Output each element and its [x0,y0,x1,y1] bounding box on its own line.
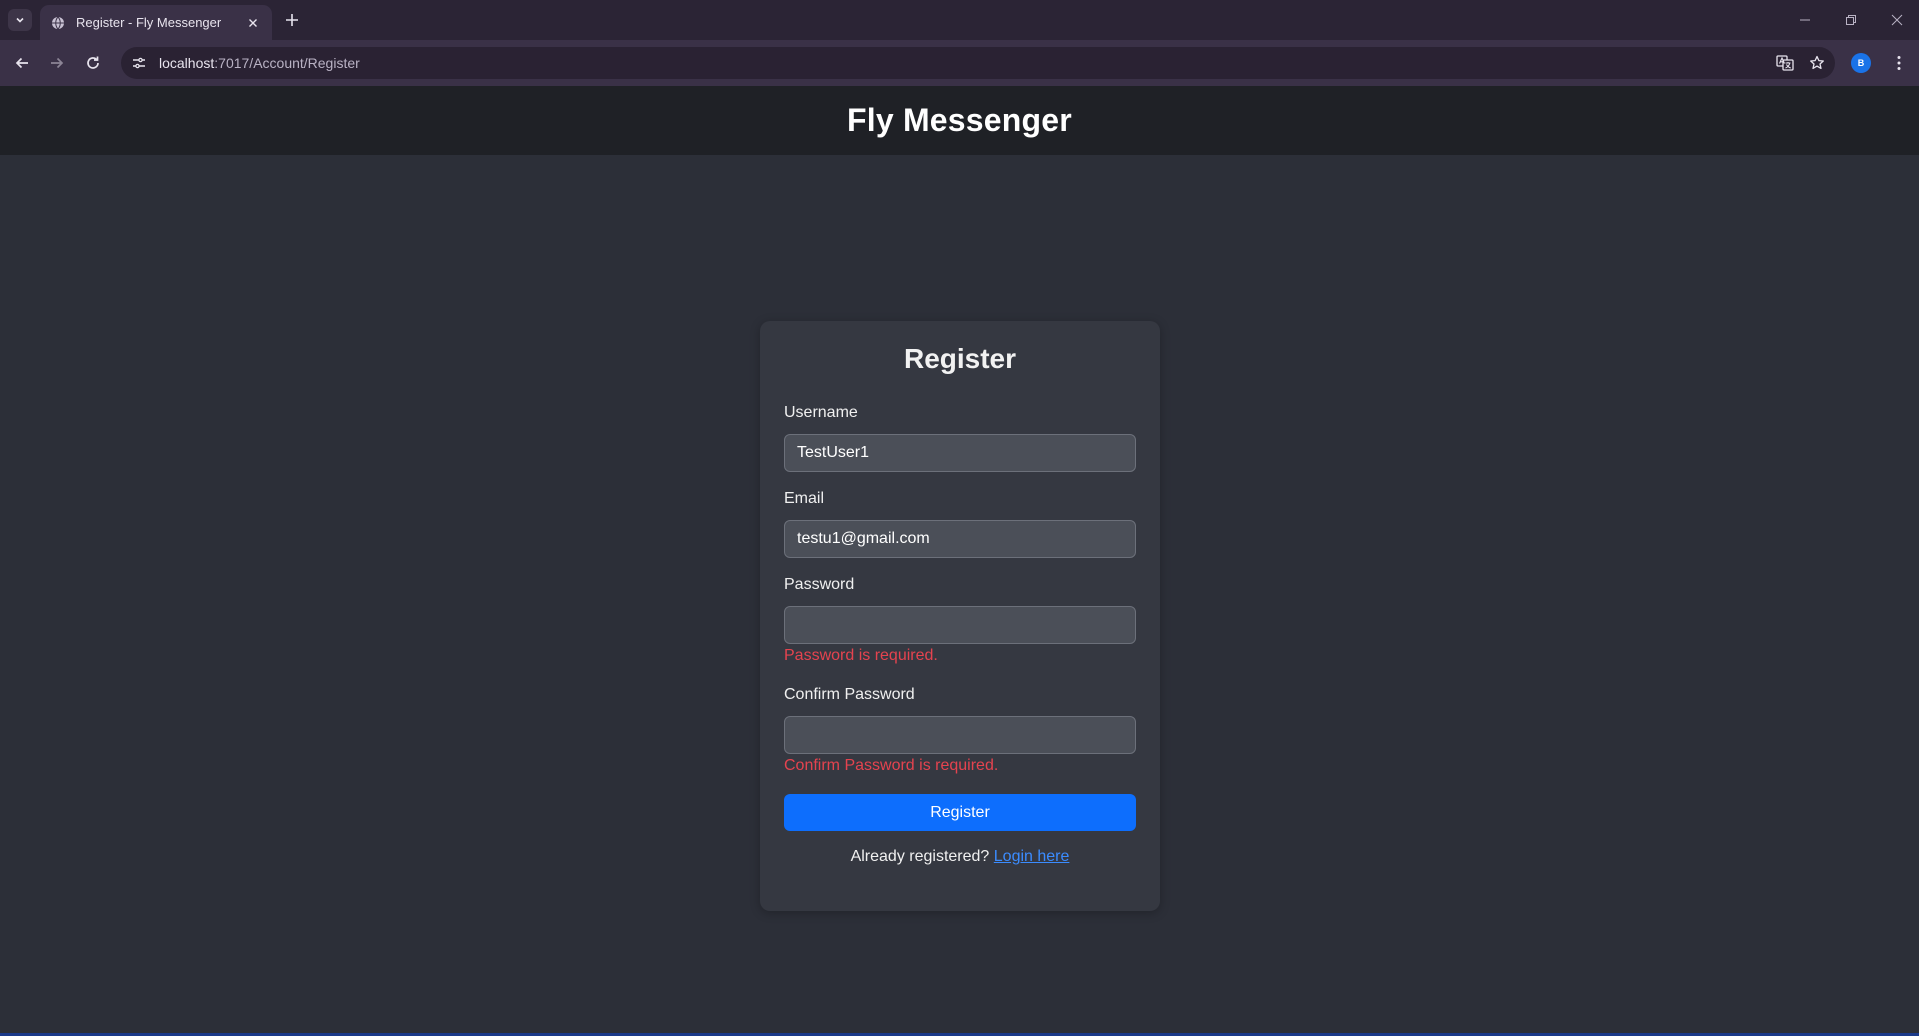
star-icon [1810,55,1824,70]
arrow-right-icon [51,57,64,69]
url-host: localhost [159,55,215,71]
address-bar[interactable]: localhost:7017/Account/Register [121,47,1835,79]
username-input[interactable] [784,434,1136,472]
confirm-password-label: Confirm Password [784,686,915,703]
restore-icon [1846,15,1856,25]
translate-icon [1776,55,1794,71]
password-label: Password [784,576,855,593]
tab-close-icon[interactable] [244,14,262,32]
login-prompt-text: Already registered? [850,848,990,865]
reload-icon [87,56,99,69]
reload-button[interactable] [81,51,105,75]
restore-button[interactable] [1840,10,1862,30]
close-icon [1891,14,1903,26]
email-input[interactable] [784,520,1136,558]
email-label: Email [784,490,825,507]
tune-icon [133,57,145,69]
browser-tab-active[interactable]: Register - Fly Messenger [40,5,272,40]
new-tab-button[interactable] [282,10,302,30]
browser-tab-bar: Register - Fly Messenger [0,0,1919,40]
site-title: Fly Messenger [847,102,1072,138]
username-label: Username [784,404,858,421]
register-card: Register Username Email Password Passwor… [760,321,1160,911]
chevron-down-icon [16,17,24,23]
translate-button[interactable] [1771,49,1799,77]
bookmark-button[interactable] [1803,49,1831,77]
password-input[interactable] [784,606,1136,644]
minimize-button[interactable] [1794,10,1816,30]
back-button[interactable] [10,51,34,75]
url-text[interactable]: localhost:7017/Account/Register [159,55,1771,71]
more-vertical-icon [1897,56,1901,70]
site-info-button[interactable] [125,49,153,77]
site-header: Fly Messenger [0,86,1919,155]
confirm-password-error: Confirm Password is required. [784,757,999,774]
password-error: Password is required. [784,647,938,664]
close-window-button[interactable] [1886,10,1908,30]
browser-toolbar: localhost:7017/Account/Register B [0,40,1919,86]
globe-icon [50,15,66,31]
login-link[interactable]: Login here [994,848,1070,865]
tab-search-button[interactable] [8,9,32,31]
url-path: :7017/Account/Register [214,55,360,71]
browser-menu-button[interactable] [1888,52,1910,74]
login-prompt-line: Already registered? Login here [760,848,1160,866]
plus-icon [286,14,298,26]
profile-avatar[interactable]: B [1851,53,1871,73]
tab-title: Register - Fly Messenger [76,15,222,30]
arrow-left-icon [15,57,28,69]
register-heading: Register [903,343,1017,374]
register-button[interactable]: Register [784,794,1136,831]
minimize-icon [1800,19,1810,21]
forward-button[interactable] [45,51,69,75]
confirm-password-input[interactable] [784,716,1136,754]
